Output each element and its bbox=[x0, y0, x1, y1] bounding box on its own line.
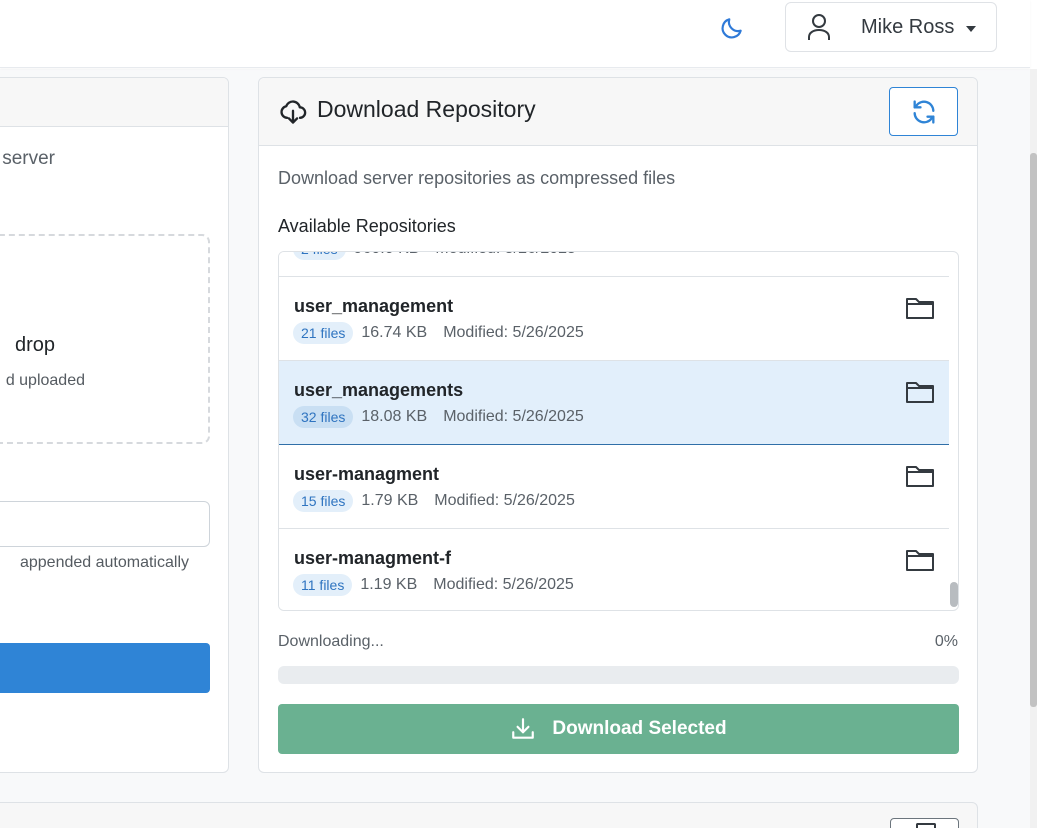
file-count-badge: 21 files bbox=[293, 322, 354, 344]
repository-name: user_managements bbox=[294, 380, 464, 400]
repository-item[interactable]: user_management 21 files 16.74 KB Modifi… bbox=[279, 277, 949, 361]
repository-meta: 21 files 16.74 KB Modified: 5/26/2025 bbox=[293, 322, 584, 344]
user-menu-dropdown[interactable]: Mike Ross bbox=[785, 2, 997, 52]
repository-size: 18.08 KB bbox=[361, 408, 428, 425]
repository-list-items: 2 files 960.0 KB Modified: 5/26/2025 use… bbox=[279, 252, 949, 610]
upload-card: server drop d uploaded appended automati… bbox=[0, 77, 229, 773]
folder-icon bbox=[905, 463, 935, 489]
dropzone-subtitle: d uploaded bbox=[5, 372, 85, 389]
page-scrollbar-thumb[interactable] bbox=[1030, 153, 1037, 707]
repository-name: user_management bbox=[294, 296, 454, 316]
repository-modified: Modified: 5/26/2025 bbox=[434, 492, 575, 509]
card-description: Download server repositories as compress… bbox=[278, 168, 676, 188]
download-card-header: Download Repository bbox=[259, 78, 977, 146]
download-icon bbox=[512, 718, 535, 739]
theme-toggle-button[interactable] bbox=[716, 12, 748, 44]
page-scrollbar[interactable] bbox=[1030, 69, 1037, 828]
chevron-down-icon bbox=[966, 26, 976, 32]
file-count-badge: 2 files bbox=[293, 252, 346, 260]
repository-modified: Modified: 5/26/2025 bbox=[435, 252, 576, 258]
folder-icon bbox=[905, 379, 935, 405]
repository-list[interactable]: 2 files 960.0 KB Modified: 5/26/2025 use… bbox=[278, 251, 959, 611]
repository-meta: 2 files 960.0 KB Modified: 5/26/2025 bbox=[293, 252, 576, 260]
repository-item[interactable]: user-managment 15 files 1.79 KB Modified… bbox=[279, 445, 949, 529]
upload-card-description: server bbox=[2, 148, 55, 169]
repository-size: 1.79 KB bbox=[361, 492, 419, 509]
download-progress-bar bbox=[278, 666, 959, 684]
next-card-header bbox=[0, 802, 978, 828]
file-count-badge: 32 files bbox=[293, 406, 354, 428]
folder-icon bbox=[905, 295, 935, 321]
download-selected-button[interactable]: Download Selected bbox=[278, 704, 959, 754]
repository-name: user-managment-f bbox=[294, 548, 452, 568]
repository-item[interactable]: user-managment-f 11 files 1.19 KB Modifi… bbox=[279, 529, 949, 610]
repository-meta: 15 files 1.79 KB Modified: 5/26/2025 bbox=[293, 490, 575, 512]
file-count-badge: 11 files bbox=[293, 574, 353, 596]
user-icon bbox=[806, 12, 832, 42]
repository-size: 16.74 KB bbox=[361, 324, 428, 341]
repository-modified: Modified: 5/26/2025 bbox=[443, 408, 584, 425]
download-button-label: Download Selected bbox=[552, 718, 727, 739]
user-name: Mike Ross bbox=[861, 15, 955, 38]
download-status: Downloading... bbox=[278, 633, 384, 650]
cloud-download-icon bbox=[280, 100, 307, 124]
refresh-button[interactable] bbox=[889, 87, 958, 136]
upload-card-header bbox=[0, 78, 228, 127]
input-hint: appended automatically bbox=[19, 554, 189, 571]
repository-item[interactable]: user_managements 32 files 18.08 KB Modif… bbox=[279, 361, 949, 445]
repository-name-input[interactable] bbox=[0, 501, 210, 547]
repository-meta: 11 files 1.19 KB Modified: 5/26/2025 bbox=[293, 574, 574, 596]
download-percent: 0% bbox=[934, 633, 958, 650]
repository-modified: Modified: 5/26/2025 bbox=[433, 576, 574, 593]
file-count-badge: 15 files bbox=[293, 490, 354, 512]
repository-size: 960.0 KB bbox=[354, 252, 420, 258]
repository-size: 1.19 KB bbox=[360, 576, 418, 593]
upload-button[interactable] bbox=[0, 643, 210, 693]
repository-name: user-managment bbox=[294, 464, 440, 484]
top-navbar: Mike Ross bbox=[0, 0, 1030, 68]
folder-icon bbox=[905, 547, 935, 573]
repository-item[interactable]: 2 files 960.0 KB Modified: 5/26/2025 bbox=[279, 252, 949, 277]
moon-icon bbox=[721, 18, 742, 39]
dropzone-title: drop bbox=[14, 334, 55, 356]
trash-icon bbox=[916, 823, 936, 828]
delete-button[interactable] bbox=[890, 818, 959, 828]
card-title: Download Repository bbox=[317, 96, 536, 122]
repository-meta: 32 files 18.08 KB Modified: 5/26/2025 bbox=[293, 406, 584, 428]
repository-modified: Modified: 5/26/2025 bbox=[443, 324, 584, 341]
refresh-icon bbox=[913, 99, 934, 124]
repositories-label: Available Repositories bbox=[278, 216, 456, 236]
list-scrollbar-thumb[interactable] bbox=[950, 582, 958, 607]
download-repository-card: Download Repository Download server repo… bbox=[258, 77, 978, 773]
